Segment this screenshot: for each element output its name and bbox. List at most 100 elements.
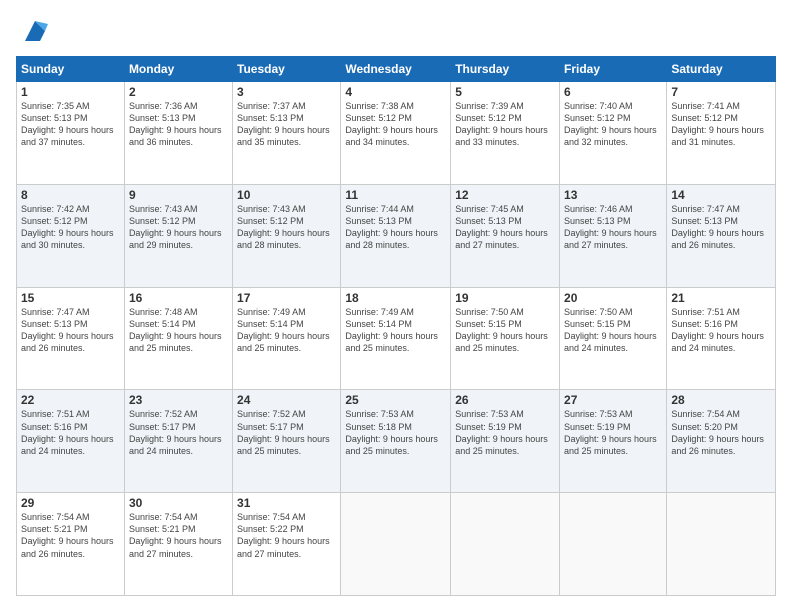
day-number: 6: [564, 85, 662, 99]
day-number: 5: [455, 85, 555, 99]
day-number: 2: [129, 85, 228, 99]
calendar-cell: 17 Sunrise: 7:49 AMSunset: 5:14 PMDaylig…: [233, 287, 341, 390]
calendar-cell: 30 Sunrise: 7:54 AMSunset: 5:21 PMDaylig…: [124, 493, 232, 596]
header: [16, 16, 776, 46]
calendar-cell: 8 Sunrise: 7:42 AMSunset: 5:12 PMDayligh…: [17, 184, 125, 287]
calendar-cell: 14 Sunrise: 7:47 AMSunset: 5:13 PMDaylig…: [667, 184, 776, 287]
calendar-cell: 23 Sunrise: 7:52 AMSunset: 5:17 PMDaylig…: [124, 390, 232, 493]
calendar-cell: 12 Sunrise: 7:45 AMSunset: 5:13 PMDaylig…: [451, 184, 560, 287]
page: SundayMondayTuesdayWednesdayThursdayFrid…: [0, 0, 792, 612]
calendar-cell: 25 Sunrise: 7:53 AMSunset: 5:18 PMDaylig…: [341, 390, 451, 493]
day-info: Sunrise: 7:39 AMSunset: 5:12 PMDaylight:…: [455, 100, 555, 149]
day-number: 24: [237, 393, 336, 407]
day-info: Sunrise: 7:43 AMSunset: 5:12 PMDaylight:…: [129, 203, 228, 252]
day-info: Sunrise: 7:51 AMSunset: 5:16 PMDaylight:…: [671, 306, 771, 355]
weekday-header-row: SundayMondayTuesdayWednesdayThursdayFrid…: [17, 57, 776, 82]
day-info: Sunrise: 7:38 AMSunset: 5:12 PMDaylight:…: [345, 100, 446, 149]
logo-icon: [20, 16, 50, 46]
calendar-cell: 27 Sunrise: 7:53 AMSunset: 5:19 PMDaylig…: [560, 390, 667, 493]
day-number: 4: [345, 85, 446, 99]
day-info: Sunrise: 7:49 AMSunset: 5:14 PMDaylight:…: [345, 306, 446, 355]
weekday-friday: Friday: [560, 57, 667, 82]
day-number: 15: [21, 291, 120, 305]
day-number: 26: [455, 393, 555, 407]
day-info: Sunrise: 7:49 AMSunset: 5:14 PMDaylight:…: [237, 306, 336, 355]
weekday-sunday: Sunday: [17, 57, 125, 82]
day-number: 23: [129, 393, 228, 407]
logo: [16, 16, 50, 46]
day-info: Sunrise: 7:43 AMSunset: 5:12 PMDaylight:…: [237, 203, 336, 252]
day-info: Sunrise: 7:53 AMSunset: 5:19 PMDaylight:…: [455, 408, 555, 457]
day-number: 25: [345, 393, 446, 407]
week-row-5: 29 Sunrise: 7:54 AMSunset: 5:21 PMDaylig…: [17, 493, 776, 596]
day-info: Sunrise: 7:54 AMSunset: 5:22 PMDaylight:…: [237, 511, 336, 560]
day-info: Sunrise: 7:52 AMSunset: 5:17 PMDaylight:…: [129, 408, 228, 457]
calendar-cell: 9 Sunrise: 7:43 AMSunset: 5:12 PMDayligh…: [124, 184, 232, 287]
calendar-cell: [667, 493, 776, 596]
day-info: Sunrise: 7:52 AMSunset: 5:17 PMDaylight:…: [237, 408, 336, 457]
day-number: 20: [564, 291, 662, 305]
calendar-cell: 1 Sunrise: 7:35 AMSunset: 5:13 PMDayligh…: [17, 82, 125, 185]
calendar-cell: 24 Sunrise: 7:52 AMSunset: 5:17 PMDaylig…: [233, 390, 341, 493]
day-info: Sunrise: 7:47 AMSunset: 5:13 PMDaylight:…: [671, 203, 771, 252]
weekday-monday: Monday: [124, 57, 232, 82]
day-info: Sunrise: 7:50 AMSunset: 5:15 PMDaylight:…: [455, 306, 555, 355]
weekday-thursday: Thursday: [451, 57, 560, 82]
day-info: Sunrise: 7:42 AMSunset: 5:12 PMDaylight:…: [21, 203, 120, 252]
week-row-1: 1 Sunrise: 7:35 AMSunset: 5:13 PMDayligh…: [17, 82, 776, 185]
day-number: 30: [129, 496, 228, 510]
week-row-2: 8 Sunrise: 7:42 AMSunset: 5:12 PMDayligh…: [17, 184, 776, 287]
day-number: 17: [237, 291, 336, 305]
day-number: 22: [21, 393, 120, 407]
calendar-cell: 10 Sunrise: 7:43 AMSunset: 5:12 PMDaylig…: [233, 184, 341, 287]
day-info: Sunrise: 7:48 AMSunset: 5:14 PMDaylight:…: [129, 306, 228, 355]
day-info: Sunrise: 7:40 AMSunset: 5:12 PMDaylight:…: [564, 100, 662, 149]
day-info: Sunrise: 7:47 AMSunset: 5:13 PMDaylight:…: [21, 306, 120, 355]
weekday-tuesday: Tuesday: [233, 57, 341, 82]
day-info: Sunrise: 7:35 AMSunset: 5:13 PMDaylight:…: [21, 100, 120, 149]
calendar-cell: 29 Sunrise: 7:54 AMSunset: 5:21 PMDaylig…: [17, 493, 125, 596]
day-number: 16: [129, 291, 228, 305]
day-number: 12: [455, 188, 555, 202]
day-info: Sunrise: 7:50 AMSunset: 5:15 PMDaylight:…: [564, 306, 662, 355]
day-number: 19: [455, 291, 555, 305]
calendar-cell: 2 Sunrise: 7:36 AMSunset: 5:13 PMDayligh…: [124, 82, 232, 185]
calendar-cell: 18 Sunrise: 7:49 AMSunset: 5:14 PMDaylig…: [341, 287, 451, 390]
day-number: 9: [129, 188, 228, 202]
calendar-cell: 31 Sunrise: 7:54 AMSunset: 5:22 PMDaylig…: [233, 493, 341, 596]
day-number: 14: [671, 188, 771, 202]
day-number: 29: [21, 496, 120, 510]
calendar-cell: 28 Sunrise: 7:54 AMSunset: 5:20 PMDaylig…: [667, 390, 776, 493]
calendar-cell: 7 Sunrise: 7:41 AMSunset: 5:12 PMDayligh…: [667, 82, 776, 185]
calendar-cell: 6 Sunrise: 7:40 AMSunset: 5:12 PMDayligh…: [560, 82, 667, 185]
calendar-cell: 16 Sunrise: 7:48 AMSunset: 5:14 PMDaylig…: [124, 287, 232, 390]
calendar-cell: 11 Sunrise: 7:44 AMSunset: 5:13 PMDaylig…: [341, 184, 451, 287]
day-info: Sunrise: 7:37 AMSunset: 5:13 PMDaylight:…: [237, 100, 336, 149]
day-info: Sunrise: 7:54 AMSunset: 5:21 PMDaylight:…: [21, 511, 120, 560]
day-info: Sunrise: 7:45 AMSunset: 5:13 PMDaylight:…: [455, 203, 555, 252]
week-row-3: 15 Sunrise: 7:47 AMSunset: 5:13 PMDaylig…: [17, 287, 776, 390]
calendar-cell: 4 Sunrise: 7:38 AMSunset: 5:12 PMDayligh…: [341, 82, 451, 185]
calendar-cell: 5 Sunrise: 7:39 AMSunset: 5:12 PMDayligh…: [451, 82, 560, 185]
day-number: 8: [21, 188, 120, 202]
day-info: Sunrise: 7:36 AMSunset: 5:13 PMDaylight:…: [129, 100, 228, 149]
day-info: Sunrise: 7:53 AMSunset: 5:19 PMDaylight:…: [564, 408, 662, 457]
calendar-cell: [560, 493, 667, 596]
day-number: 31: [237, 496, 336, 510]
day-info: Sunrise: 7:46 AMSunset: 5:13 PMDaylight:…: [564, 203, 662, 252]
day-number: 11: [345, 188, 446, 202]
day-info: Sunrise: 7:54 AMSunset: 5:21 PMDaylight:…: [129, 511, 228, 560]
day-number: 28: [671, 393, 771, 407]
calendar-cell: [341, 493, 451, 596]
calendar-cell: 13 Sunrise: 7:46 AMSunset: 5:13 PMDaylig…: [560, 184, 667, 287]
weekday-wednesday: Wednesday: [341, 57, 451, 82]
day-number: 27: [564, 393, 662, 407]
day-info: Sunrise: 7:53 AMSunset: 5:18 PMDaylight:…: [345, 408, 446, 457]
day-number: 1: [21, 85, 120, 99]
calendar-cell: 3 Sunrise: 7:37 AMSunset: 5:13 PMDayligh…: [233, 82, 341, 185]
day-info: Sunrise: 7:51 AMSunset: 5:16 PMDaylight:…: [21, 408, 120, 457]
day-number: 10: [237, 188, 336, 202]
calendar-cell: 21 Sunrise: 7:51 AMSunset: 5:16 PMDaylig…: [667, 287, 776, 390]
calendar-cell: 15 Sunrise: 7:47 AMSunset: 5:13 PMDaylig…: [17, 287, 125, 390]
day-info: Sunrise: 7:54 AMSunset: 5:20 PMDaylight:…: [671, 408, 771, 457]
